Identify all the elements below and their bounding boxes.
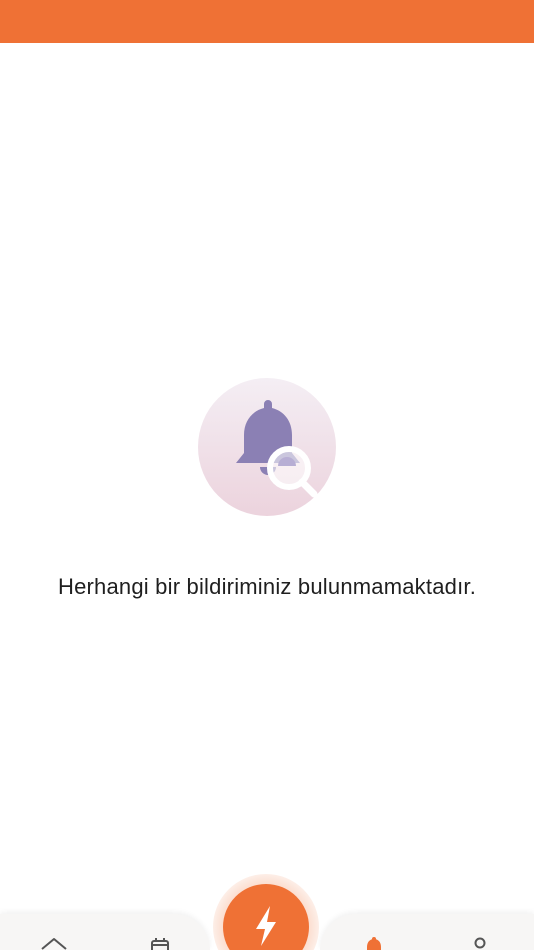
nav-notifications[interactable] [354,934,394,950]
nav-profile[interactable] [460,934,500,950]
top-bar [0,0,534,43]
home-icon [41,938,67,950]
calendar-icon [151,938,169,950]
nav-home[interactable] [34,934,74,950]
profile-icon [474,937,486,949]
notifications-screen: Herhangi bir bildiriminiz bulunmamaktadı… [0,0,534,950]
nav-calendar[interactable] [140,934,180,950]
empty-message: Herhangi bir bildiriminiz bulunmamaktadı… [57,574,477,599]
bell-search-icon [198,378,336,516]
lightning-icon [256,906,276,946]
empty-state: Herhangi bir bildiriminiz bulunmamaktadı… [0,378,534,600]
bottom-nav-right-panel [320,914,534,950]
bell-icon [367,937,381,950]
